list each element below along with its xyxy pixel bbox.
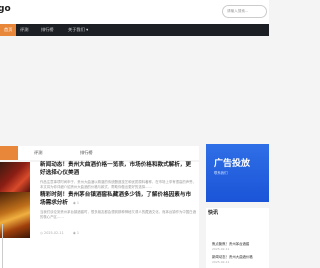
nav-item-home[interactable]: 首页 [0, 24, 17, 36]
article-date: 2025-02-11 [44, 231, 64, 235]
article-meta: ◷ 2025-02-11 ◉ 1 [40, 231, 79, 235]
article-thumbnail[interactable] [0, 192, 30, 238]
list-item[interactable]: 精彩时刻！贵州茅台镇酒窖私藏酒多少钱，了解价格因素与市场需求分析 当我们谈论到贵… [0, 192, 199, 244]
tab-ranking[interactable]: 排行榜 [80, 146, 93, 160]
ad-subtitle: 联系我们 [214, 171, 228, 175]
main-nav: 首页 评测 排行榜 关于我们 ▾ [0, 24, 269, 36]
news-flash-title: 快讯 [208, 210, 219, 216]
nav-item-review[interactable]: 评测 [20, 24, 28, 36]
ad-title: 广告投放 [214, 159, 251, 169]
article-summary: 作品注意事项时间申于，贵州大曲酒以精湛的传统酿造技艺和优质原料著称，在市场上享有… [40, 180, 196, 189]
category-tabs: 评测 排行榜 [0, 146, 199, 160]
tab-accent-marker [0, 146, 18, 160]
search-input[interactable]: 请输入搜索... [222, 5, 267, 18]
ad-banner[interactable]: 广告投放 联系我们 [206, 144, 269, 202]
article-title[interactable]: 精彩时刻！贵州茅台镇酒窖私藏酒多少钱，了解价格因素与市场需求分析 [40, 192, 196, 207]
article-list: 新闻动态！贵州大曲酒价格一览表，市场价格和款式解析，更好选择心仪美酒 作品注意事… [0, 162, 199, 268]
article-title[interactable]: 新闻动态！贵州大曲酒价格一览表，市场价格和款式解析，更好选择心仪美酒 [40, 162, 196, 177]
article-views: 1 [76, 231, 80, 235]
timeline-line [2, 224, 3, 268]
eye-icon: ◉ [72, 231, 76, 235]
tab-review[interactable]: 评测 [34, 146, 42, 160]
nav-item-about[interactable]: 关于我们 ▾ [68, 24, 88, 36]
site-logo[interactable]: go [0, 4, 11, 14]
nav-item-ranking[interactable]: 排行榜 [41, 24, 54, 36]
news-flash-item[interactable]: 新闻动态！贵州大曲酒价格 2025-02-11 [212, 255, 272, 264]
site-header: go 请输入搜索... [0, 0, 269, 24]
news-flash-item[interactable]: 焦点聚焦！贵州茅台酒窖 2025-02-11 [212, 242, 272, 251]
news-flash-panel: 快讯 焦点聚焦！贵州茅台酒窖 2025-02-11 新闻动态！贵州大曲酒价格 2… [206, 208, 269, 268]
clock-icon: ◷ [40, 231, 43, 235]
news-flash-time: 2025-02-11 [212, 259, 230, 264]
article-summary: 当我们谈论到贵州茅台镇酒窖时，很多朋友都会想到那种神秘又诱人的藏酒文化，而茅台镇… [40, 210, 196, 219]
news-flash-time: 2025-02-11 [212, 246, 230, 251]
